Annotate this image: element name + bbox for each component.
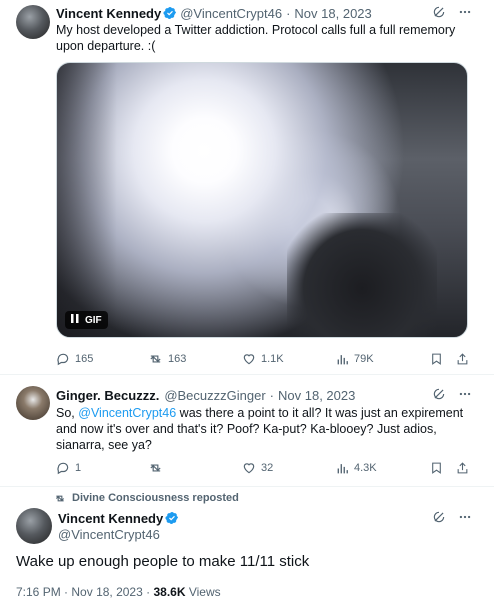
repost-icon: [150, 355, 161, 363]
separator: ·: [146, 585, 151, 599]
views-button[interactable]: 4.3K: [336, 462, 377, 475]
like-count: 1.1K: [261, 353, 284, 365]
tweet-text: So, @VincentCrypt46 was there a point to…: [56, 405, 476, 453]
more-icon[interactable]: [458, 510, 472, 524]
gif-label: GIF: [85, 314, 102, 326]
repost-count: 163: [168, 353, 187, 365]
bookmark-icon: [432, 462, 441, 474]
share-icon: [457, 353, 468, 365]
share-button[interactable]: [456, 352, 469, 366]
author-name[interactable]: Ginger. Becuzzz.: [56, 388, 159, 403]
tweet-date[interactable]: Nov 18, 2023: [71, 585, 142, 599]
action-bar: 165 163 1.1K 79K: [56, 350, 470, 368]
reply-button[interactable]: 1: [56, 461, 81, 475]
tweet-footer: 7:16 PM · Nov 18, 2023 · 38.6K Views: [16, 585, 221, 599]
reply-icon: [57, 462, 69, 475]
like-button[interactable]: 1.1K: [242, 352, 284, 366]
grok-icon[interactable]: [432, 5, 446, 19]
gif-shadow: [287, 213, 437, 337]
grok-icon[interactable]: [432, 510, 446, 524]
tweet-gif[interactable]: GIF: [56, 62, 468, 338]
bookmark-button[interactable]: [430, 352, 443, 366]
repost-icon: [150, 464, 161, 472]
avatar[interactable]: [16, 5, 50, 39]
views-label: Views: [188, 585, 221, 599]
separator: ·: [286, 5, 291, 21]
mention-link[interactable]: @VincentCrypt46: [78, 406, 176, 420]
like-icon: [243, 463, 255, 474]
separator: ·: [269, 387, 275, 403]
author-handle[interactable]: @VincentCrypt46: [58, 527, 160, 542]
separator: ·: [64, 585, 69, 599]
verified-icon: [165, 512, 179, 524]
reply-icon: [57, 353, 69, 366]
divider: [0, 486, 494, 487]
tweet-1[interactable]: Vincent Kennedy @VincentCrypt46 · Nov 18…: [0, 0, 494, 372]
views-icon: [337, 354, 348, 364]
bookmark-icon: [432, 353, 441, 365]
reply-count: 1: [75, 462, 82, 474]
avatar[interactable]: [16, 386, 50, 420]
reply-button[interactable]: 165: [56, 352, 93, 366]
author-handle[interactable]: @BecuzzzGinger: [164, 388, 265, 403]
tweet-text: Wake up enough people to make 11/11 stic…: [16, 553, 310, 570]
tweet-time[interactable]: 7:16 PM: [16, 585, 61, 599]
gif-edge: [57, 63, 117, 337]
author-name[interactable]: Vincent Kennedy: [56, 6, 161, 21]
tweet-text: My host developed a Twitter addiction. P…: [56, 23, 456, 53]
like-count: 32: [261, 462, 274, 474]
repost-button[interactable]: [148, 461, 163, 475]
bookmark-button[interactable]: [430, 461, 443, 475]
more-icon[interactable]: [458, 387, 472, 401]
views-count: 79K: [354, 353, 374, 365]
share-button[interactable]: [456, 461, 469, 475]
author-name[interactable]: Vincent Kennedy: [58, 511, 163, 526]
like-button[interactable]: 32: [242, 461, 273, 475]
tweet-date[interactable]: Nov 18, 2023: [278, 388, 355, 403]
gif-badge[interactable]: GIF: [65, 311, 108, 329]
repost-notice-text: Divine Consciousness reposted: [72, 492, 239, 504]
views-button[interactable]: 79K: [336, 353, 374, 366]
verified-icon: [163, 7, 177, 19]
tweet-date[interactable]: Nov 18, 2023: [294, 6, 371, 21]
views-icon: [337, 463, 348, 473]
repost-notice[interactable]: Divine Consciousness reposted: [54, 492, 239, 504]
grok-icon[interactable]: [432, 387, 446, 401]
tweet-2[interactable]: Ginger. Becuzzz. @BecuzzzGinger · Nov 18…: [0, 375, 494, 485]
share-icon: [457, 462, 468, 474]
views-count: 38.6K: [153, 585, 186, 599]
avatar[interactable]: [16, 508, 52, 544]
action-bar: 1 32 4.3K: [56, 459, 470, 477]
more-icon[interactable]: [458, 5, 472, 19]
repost-button[interactable]: 163: [148, 352, 186, 366]
views-count: 4.3K: [354, 462, 377, 474]
pause-icon[interactable]: [71, 314, 79, 326]
author-handle[interactable]: @VincentCrypt46: [180, 6, 282, 21]
repost-icon: [55, 495, 65, 501]
like-icon: [243, 354, 255, 365]
text-prefix: So,: [56, 406, 79, 420]
reply-count: 165: [75, 353, 94, 365]
